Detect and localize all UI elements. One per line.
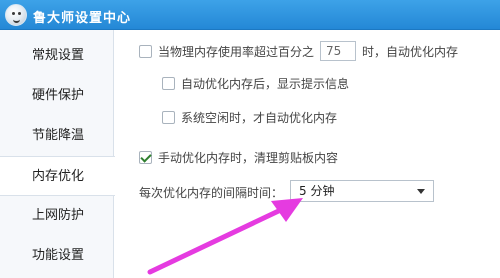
interval-selected-value: 5 分钟 [299,184,335,198]
sidebar-item-web-protection[interactable]: 上网防护 [0,196,114,236]
interval-row: 每次优化内存的间隔时间： [139,184,283,201]
sidebar-item-memory-optimization[interactable]: 内存优化 [0,156,115,196]
auto-optimize-prefix-label: 当物理内存使用率超过百分之 [158,44,315,59]
sidebar-item-feature-settings[interactable]: 功能设置 [0,236,114,276]
ludashi-logo-icon [5,4,27,26]
sidebar-item-power-saving[interactable]: 节能降温 [0,116,114,156]
auto-optimize-row: 当物理内存使用率超过百分之 时，自动优化内存 [139,41,458,61]
clear-clipboard-row: 手动优化内存时，清理剪贴板内容 [139,149,338,166]
sidebar-item-hardware-protection[interactable]: 硬件保护 [0,76,114,116]
clear-clipboard-label: 手动优化内存时，清理剪贴板内容 [158,151,339,165]
memory-settings-panel: 当物理内存使用率超过百分之 时，自动优化内存 自动优化内存后，显示提示信息 系统… [115,30,500,278]
show-tip-label: 自动优化内存后，显示提示信息 [181,77,350,91]
idle-only-row: 系统空闲时，才自动优化内存 [162,109,337,126]
settings-sidebar: 常规设置 硬件保护 节能降温 内存优化 上网防护 功能设置 [0,30,115,278]
sidebar-item-general[interactable]: 常规设置 [0,36,114,76]
idle-only-checkbox[interactable] [162,111,175,124]
chevron-down-icon [417,189,425,194]
window-title: 鲁大师设置中心 [33,11,132,26]
title-bar: 鲁大师设置中心 [0,0,500,30]
show-tip-row: 自动优化内存后，显示提示信息 [162,75,349,92]
auto-optimize-checkbox[interactable] [139,44,152,58]
auto-optimize-suffix-label: 时，自动优化内存 [362,44,459,59]
clear-clipboard-checkbox[interactable] [139,151,152,164]
idle-only-label: 系统空闲时，才自动优化内存 [181,111,338,125]
interval-label: 每次优化内存的间隔时间： [139,186,284,200]
interval-dropdown[interactable]: 5 分钟 [290,180,434,202]
memory-threshold-input[interactable] [320,41,357,61]
show-tip-checkbox[interactable] [162,77,175,90]
